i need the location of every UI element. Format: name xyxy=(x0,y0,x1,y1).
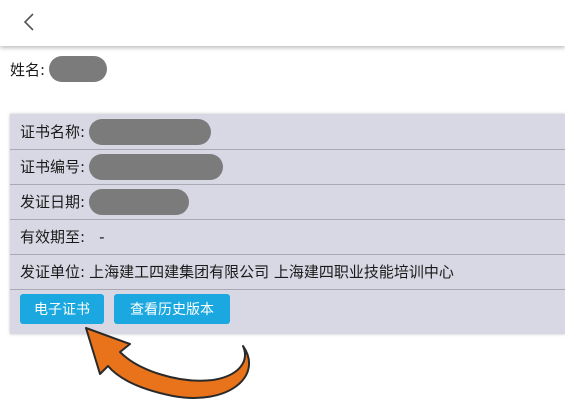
name-label: 姓名: xyxy=(10,60,46,79)
issue-date-redacted xyxy=(89,188,190,215)
name-row: 姓名: xyxy=(10,56,108,82)
back-button[interactable] xyxy=(14,6,44,38)
issuer-label: 发证单位: xyxy=(20,263,86,281)
valid-until-label: 有效期至: xyxy=(20,228,86,246)
valid-until-value: - xyxy=(99,227,105,246)
cert-number-row: 证书编号: xyxy=(10,149,565,185)
issue-date-label: 发证日期: xyxy=(20,193,86,211)
top-bar xyxy=(0,0,565,46)
name-redacted xyxy=(49,56,108,82)
cert-name-redacted xyxy=(89,118,212,145)
cert-name-row: 证书名称: xyxy=(10,114,565,150)
issuer-value: 上海建工四建集团有限公司 上海建四职业技能培训中心 xyxy=(89,263,454,281)
certificate-card: 证书名称: 证书编号: 发证日期: 有效期至: - 发证单位: 上海建工四建集团… xyxy=(10,114,565,334)
cert-number-label: 证书编号: xyxy=(20,158,86,176)
curved-arrow-icon xyxy=(85,327,250,399)
cert-name-label: 证书名称: xyxy=(20,123,86,141)
issue-date-row: 发证日期: xyxy=(10,184,565,220)
valid-until-row: 有效期至: - xyxy=(10,219,565,255)
issuer-row: 发证单位: 上海建工四建集团有限公司 上海建四职业技能培训中心 xyxy=(10,254,565,290)
chevron-left-icon xyxy=(23,13,34,31)
cert-number-redacted xyxy=(89,153,224,180)
